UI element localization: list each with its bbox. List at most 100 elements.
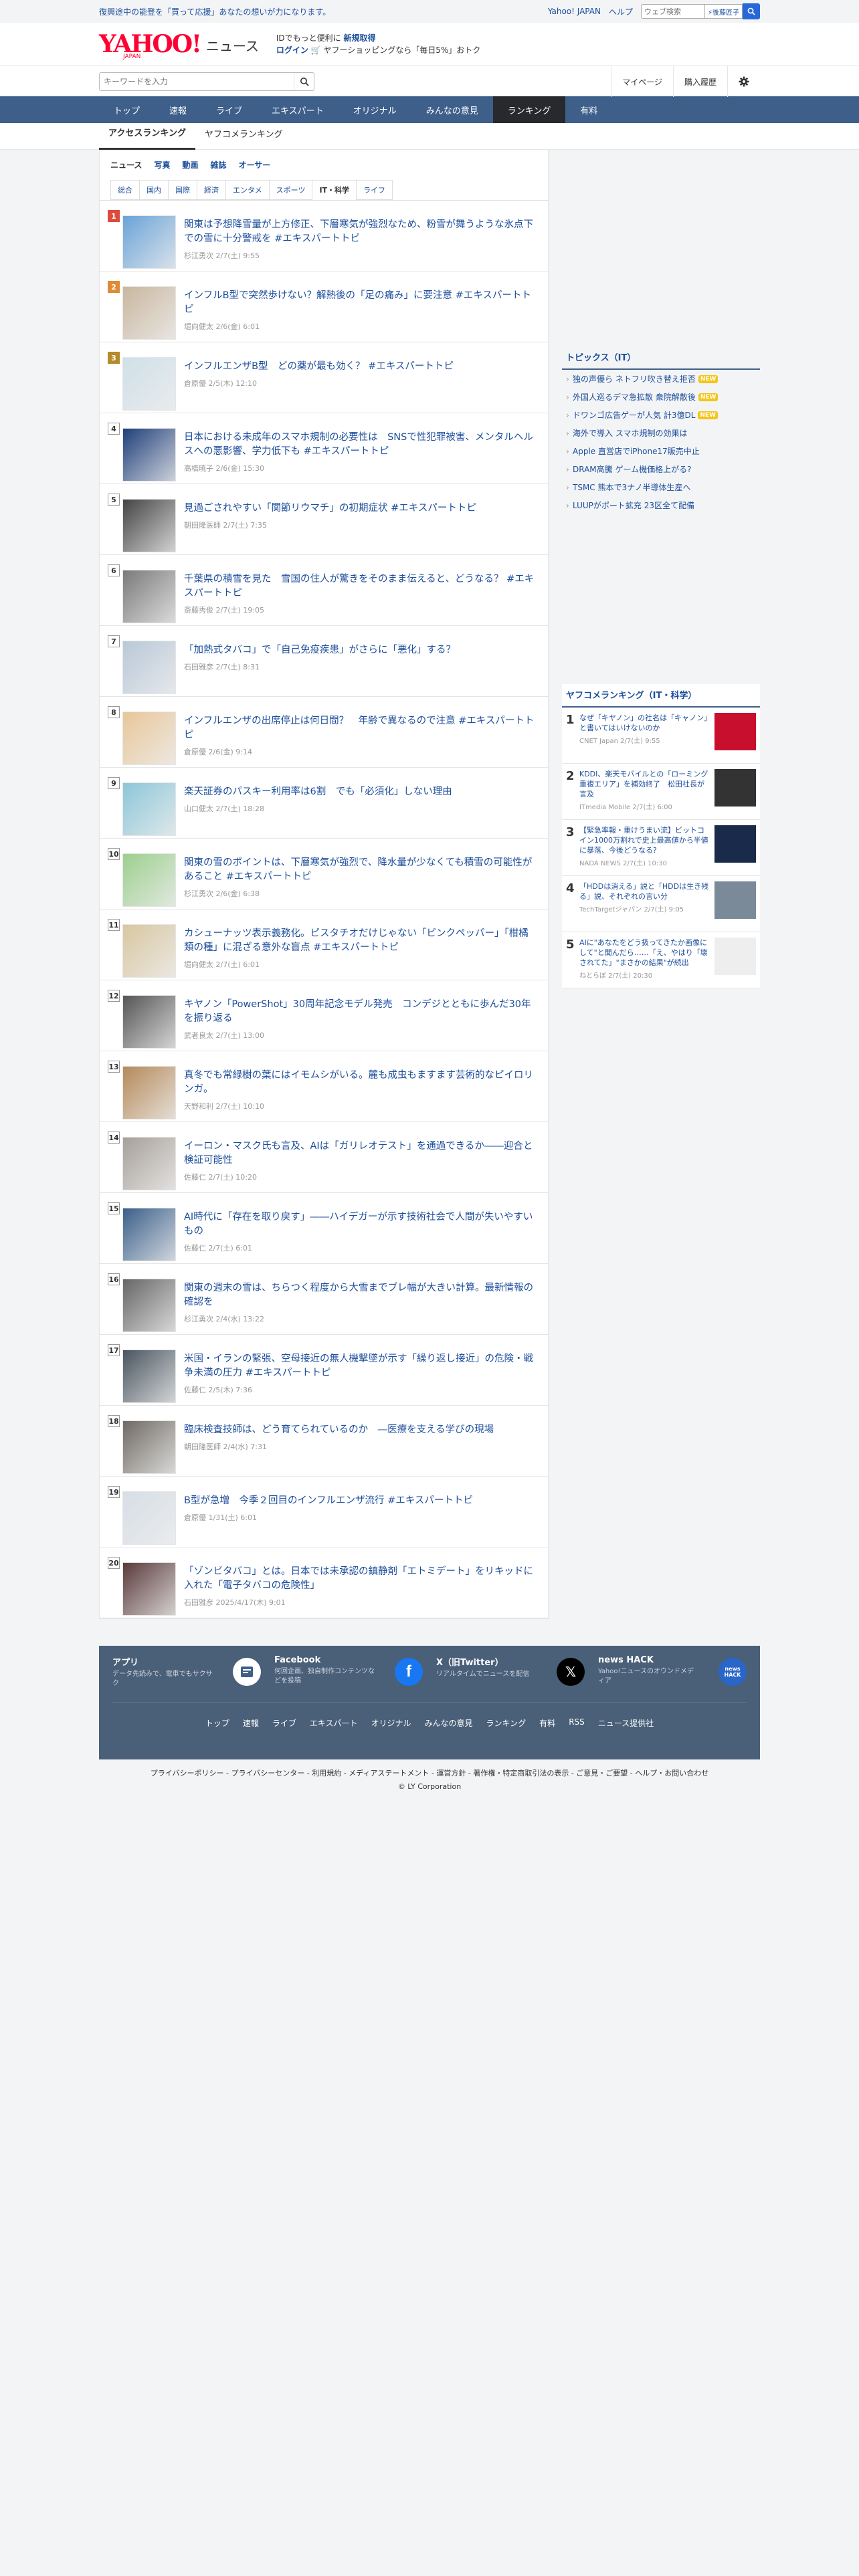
comment-ranking-item[interactable]: 4 「HDDは消える」説と「HDDは生き残る」説、それぞれの言い分 TechTarg…	[562, 876, 760, 932]
article-thumbnail[interactable]	[122, 1420, 176, 1474]
article-thumbnail[interactable]	[122, 1208, 176, 1261]
article-title[interactable]: 見過ごされやすい「関節リウマチ」の初期症状 #エキスパートトピ	[184, 502, 537, 516]
topic-item[interactable]: LUUPがポート拡充 23区全て配備	[562, 496, 760, 514]
article-thumbnail[interactable]	[122, 357, 176, 411]
article-title[interactable]: カシューナッツ表示義務化。ピスタチオだけじゃない「ピンクペッパー」「柑橘類の種」…	[184, 927, 537, 955]
nav-opinion[interactable]: みんなの意見	[411, 96, 493, 123]
web-search-input[interactable]	[640, 4, 705, 19]
footer-legal-links[interactable]: プライバシーポリシー - プライバシーセンター - 利用規約 - メディアステー…	[0, 1759, 859, 1778]
article-title[interactable]: キヤノン「PowerShot」30周年記念モデル発売 コンデジとともに歩んだ30…	[184, 998, 537, 1026]
ranking-item[interactable]: 7 「加熱式タバコ」で「自己免疫疾患」がさらに「悪化」する？ 石田雅彦 2/7(土)…	[100, 626, 548, 697]
genre-tab[interactable]: 国内	[139, 180, 169, 200]
article-thumbnail[interactable]	[122, 1491, 176, 1545]
register-link[interactable]: 新規取得	[343, 33, 375, 43]
ranking-item[interactable]: 10 関東の雪のポイントは、下層寒気が強烈で、降水量が少なくても積雪の可能性がある…	[100, 839, 548, 909]
footer-nav-item[interactable]: みんなの意見	[425, 1717, 473, 1729]
article-thumbnail[interactable]	[122, 570, 176, 623]
nav-breaking[interactable]: 速報	[155, 96, 201, 123]
article-title[interactable]: B型が急増 今季２回目のインフルエンザ流行 #エキスパートトピ	[184, 1494, 537, 1508]
web-search-button[interactable]	[743, 3, 760, 19]
ranking-item[interactable]: 9 楽天証券のパスキー利用率は6割 でも「必須化」しない理由 山口健太 2/7(土)…	[100, 768, 548, 839]
promo-message[interactable]: 復興途中の能登を「買って応援」あなたの想いが力になります。	[99, 6, 330, 17]
topic-item[interactable]: TSMC 熊本で3ナノ半導体生産へ	[562, 478, 760, 496]
nav-top[interactable]: トップ	[99, 96, 155, 123]
article-title[interactable]: 真冬でも常緑樹の葉にはイモムシがいる。麓も成虫もますます芸術的なピイロリンガ。	[184, 1069, 537, 1097]
footer-nav-item[interactable]: ライブ	[272, 1717, 296, 1729]
comment-ranking-item[interactable]: 3 【緊急率報・重けうまい流】ビットコイン1000万割れで史上最高値から半値に暴落…	[562, 820, 760, 876]
topic-item[interactable]: Apple 直営店でiPhone17販売中止	[562, 442, 760, 460]
genre-tab[interactable]: エンタメ	[225, 180, 270, 200]
article-title[interactable]: インフルB型で突然歩けない？解熱後の「足の痛み」に要注意 #エキスパートトピ	[184, 289, 537, 317]
ranking-item[interactable]: 5 見過ごされやすい「関節リウマチ」の初期症状 #エキスパートトピ 朝田隆医師 2/…	[100, 484, 548, 555]
ranking-item[interactable]: 19 B型が急増 今季２回目のインフルエンザ流行 #エキスパートトピ 倉原優 1/3…	[100, 1477, 548, 1547]
footer-nav-item[interactable]: エキスパート	[310, 1717, 358, 1729]
ranking-item[interactable]: 11 カシューナッツ表示義務化。ピスタチオだけじゃない「ピンクペッパー」「柑橘類の…	[100, 909, 548, 980]
topic-item[interactable]: 外国人巡るデマ急拡散 衆院解散後NEW	[562, 388, 760, 406]
article-title[interactable]: AI時代に「存在を取り戻す」――ハイデガーが示す技術社会で人間が失いやすいもの	[184, 1210, 537, 1239]
topic-item[interactable]: 海外で導入 スマホ規制の効果は	[562, 424, 760, 442]
app-promo[interactable]: アプリ データ先読みで、電車でもサクサク	[112, 1655, 261, 1689]
article-title[interactable]: 「ゾンビタバコ」とは。日本では未承認の鎮静剤「エトミデート」をリキッドに入れた「…	[184, 1565, 537, 1593]
catnav-video[interactable]: 動画	[182, 159, 198, 171]
article-thumbnail[interactable]	[122, 995, 176, 1049]
purchase-history-link[interactable]: 購入履歴	[672, 66, 727, 97]
article-thumbnail[interactable]	[122, 286, 176, 340]
genre-tab[interactable]: 総合	[110, 180, 140, 200]
article-title[interactable]: 臨床検査技師は、どう育てられているのか ―医療を支える学びの現場	[184, 1423, 537, 1437]
facebook-promo[interactable]: Facebook 何回企画、独自制作コンテンツなどを投稿 f	[274, 1655, 423, 1689]
ranking-item[interactable]: 4 日本における未成年のスマホ規制の必要性は SNSで性犯罪被害、メンタルヘルスへ…	[100, 413, 548, 484]
catnav-news[interactable]: ニュース	[110, 159, 142, 171]
article-title[interactable]: 関東は予想降雪量が上方修正、下層寒気が強烈なため、粉雪が舞うような氷点下での雪に…	[184, 218, 537, 246]
article-thumbnail[interactable]	[122, 1279, 176, 1332]
article-thumbnail[interactable]	[122, 924, 176, 978]
keyword-input[interactable]	[100, 73, 294, 90]
comment-ranking-item[interactable]: 2 KDDI、楽天モバイルとの「ローミング重複エリア」を補効終了 松田社長が言及 I…	[562, 764, 760, 820]
genre-tab[interactable]: 国際	[168, 180, 197, 200]
topic-item[interactable]: ドワンゴ広告ゲーが人気 計3億DLNEW	[562, 406, 760, 424]
nav-original[interactable]: オリジナル	[339, 96, 411, 123]
article-title[interactable]: 米国・イランの緊張、空母接近の無人機撃墜が示す「繰り返し接近」の危険・戦争未満の…	[184, 1352, 537, 1380]
article-thumbnail[interactable]	[122, 215, 176, 269]
catnav-photo[interactable]: 写真	[154, 159, 170, 171]
ranking-item[interactable]: 17 米国・イランの緊張、空母接近の無人機撃墜が示す「繰り返し接近」の危険・戦争未…	[100, 1335, 548, 1406]
shopping-promo[interactable]: ヤフーショッピングなら「毎日5%」おトク	[324, 45, 481, 55]
article-thumbnail[interactable]	[122, 428, 176, 481]
footer-nav-item[interactable]: トップ	[205, 1717, 229, 1729]
tab-access-ranking[interactable]: アクセスランキング	[99, 123, 195, 150]
ranking-item[interactable]: 20 「ゾンビタバコ」とは。日本では未承認の鎮静剤「エトミデート」をリキッドに入れ…	[100, 1547, 548, 1618]
footer-nav-item[interactable]: 有料	[539, 1717, 555, 1729]
ranking-item[interactable]: 3 インフルエンザB型 どの薬が最も効く？ #エキスパートトピ 倉原優 2/5(木)…	[100, 342, 548, 413]
article-thumbnail[interactable]	[122, 1066, 176, 1119]
ranking-item[interactable]: 1 関東は予想降雪量が上方修正、下層寒気が強烈なため、粉雪が舞うような氷点下での雪…	[100, 201, 548, 272]
article-title[interactable]: インフルエンザの出席停止は何日間？ 年齢で異なるので注意 #エキスパートトピ	[184, 714, 537, 742]
genre-tab[interactable]: スポーツ	[268, 180, 313, 200]
ranking-item[interactable]: 16 関東の週末の雪は、ちらつく程度から大雪までブレ幅が大きい計算。最新情報の確認…	[100, 1264, 548, 1335]
ranking-item[interactable]: 8 インフルエンザの出席停止は何日間？ 年齢で異なるので注意 #エキスパートトピ倉…	[100, 697, 548, 768]
topic-item[interactable]: 独の声優ら ネトフリ吹き替え拒否NEW	[562, 370, 760, 388]
mypage-link[interactable]: マイページ	[611, 66, 673, 97]
genre-tab-active[interactable]: IT・科学	[312, 180, 357, 200]
tab-comment-ranking[interactable]: ヤフコメランキング	[195, 123, 292, 150]
ranking-item[interactable]: 2 インフルB型で突然歩けない？解熱後の「足の痛み」に要注意 #エキスパートトピ堀…	[100, 272, 548, 342]
article-thumbnail[interactable]	[122, 1137, 176, 1190]
article-thumbnail[interactable]	[122, 1350, 176, 1403]
article-thumbnail[interactable]	[122, 782, 176, 836]
footer-nav-item[interactable]: オリジナル	[371, 1717, 411, 1729]
yahoo-japan-link[interactable]: Yahoo! JAPAN	[548, 7, 601, 16]
comment-ranking-item[interactable]: 5 AIに"あなたをどう扱ってきたか画像にして"と聞んだら……「え、やはり「壊され…	[562, 932, 760, 988]
article-title[interactable]: 楽天証券のパスキー利用率は6割 でも「必須化」しない理由	[184, 785, 537, 799]
ranking-item[interactable]: 6 千葉県の積雪を見た 雪国の住人が驚きをそのまま伝えると、どうなる？ #エキスパ…	[100, 555, 548, 626]
footer-nav-item[interactable]: ランキング	[486, 1717, 527, 1729]
nav-live[interactable]: ライブ	[201, 96, 257, 123]
settings-button[interactable]	[727, 66, 760, 97]
article-thumbnail[interactable]	[122, 641, 176, 694]
ranking-item[interactable]: 14 イーロン・マスク氏も言及、AIは「ガリレオテスト」を通過できるか――迎合と検…	[100, 1122, 548, 1193]
catnav-author[interactable]: オーサー	[238, 159, 270, 171]
yahoo-news-logo[interactable]: YAHOO! ニュース JAPAN	[99, 32, 259, 60]
newshack-promo[interactable]: news HACK Yahoo!ニュースのオウンドメディア news HACK	[598, 1655, 747, 1689]
keyword-search-button[interactable]	[294, 73, 314, 90]
ranking-item[interactable]: 12 キヤノン「PowerShot」30周年記念モデル発売 コンデジとともに歩んだ…	[100, 980, 548, 1051]
x-promo[interactable]: X（旧Twitter） リアルタイムでニュースを配信 𝕏	[436, 1655, 585, 1689]
genre-tab[interactable]: ライフ	[356, 180, 393, 200]
article-title[interactable]: イーロン・マスク氏も言及、AIは「ガリレオテスト」を通過できるか――迎合と検証可…	[184, 1140, 537, 1168]
